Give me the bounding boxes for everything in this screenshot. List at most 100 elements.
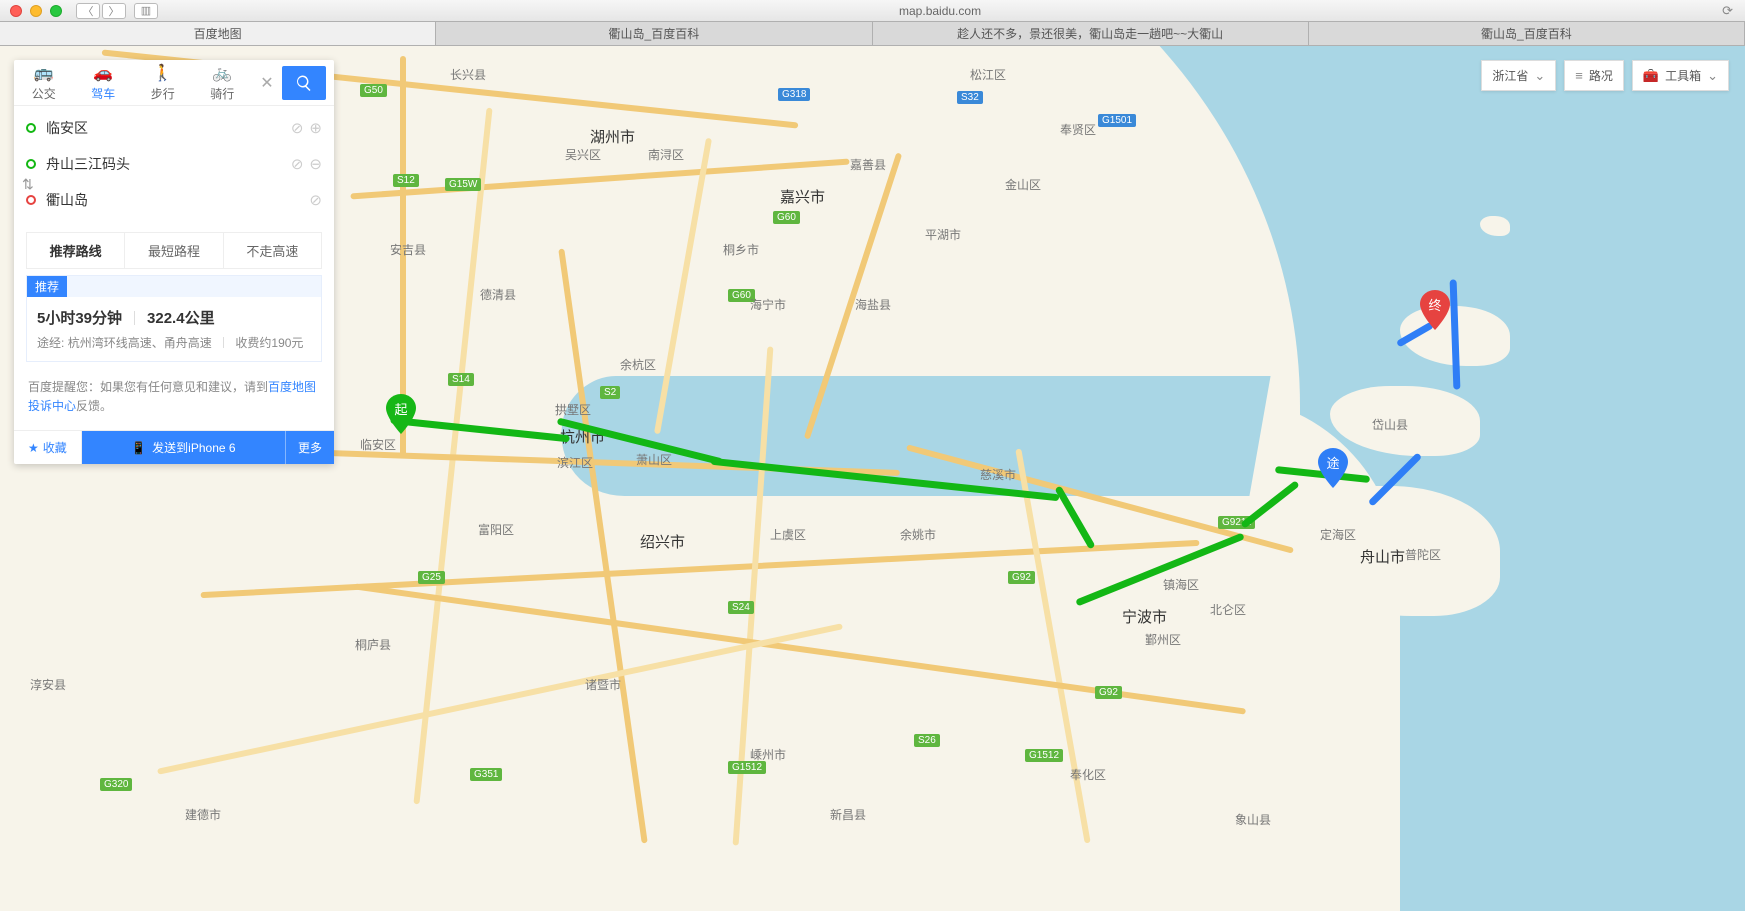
district-label: 德清县 [480,286,516,303]
district-label: 象山县 [1235,811,1271,828]
waypoint-marker[interactable]: 途 [1318,448,1348,488]
highway-shield: G1512 [1025,749,1063,762]
district-label: 桐庐县 [355,636,391,653]
district-label: 拱墅区 [555,401,591,418]
more-button[interactable]: 更多 [285,431,334,464]
browser-tab[interactable]: 衢山岛_百度百科 [436,22,872,45]
route-via-label: 途经: [37,336,64,350]
back-button[interactable]: 〈 [76,3,100,19]
city-label: 舟山市 [1360,546,1405,567]
highway-shield: S12 [393,174,419,187]
star-icon: ★ [28,441,39,455]
route-via: 杭州湾环线高速、甬舟高速 [68,336,212,350]
district-label: 嵊州市 [750,746,786,763]
district-label: 平湖市 [925,226,961,243]
district-label: 吴兴区 [565,146,601,163]
traffic-icon: ≡ [1575,68,1583,83]
district-label: 长兴县 [450,66,486,83]
send-to-phone-button[interactable]: 📱发送到iPhone 6 [82,431,285,464]
district-label: 诸暨市 [585,676,621,693]
district-label: 岱山县 [1372,416,1408,433]
tab-no-highway[interactable]: 不走高速 [223,233,321,268]
mode-transit[interactable]: 🚌公交 [14,63,74,102]
waypoint-pin-icon [26,159,36,169]
district-label: 嘉善县 [850,156,886,173]
forward-button[interactable]: 〉 [102,3,126,19]
route-card[interactable]: 推荐 5小时39分钟 322.4公里 途经: 杭州湾环线高速、甬舟高速 收费约1… [26,275,322,362]
mode-car[interactable]: 🚗驾车 [74,63,134,102]
highway-shield: S26 [914,734,940,747]
browser-tab[interactable]: 百度地图 [0,22,436,45]
maximize-window-button[interactable] [50,5,62,17]
district-label: 定海区 [1320,526,1356,543]
bike-icon: 🚲 [212,63,232,83]
browser-titlebar: 〈 〉 ▥ map.baidu.com ⟳ [0,0,1745,22]
highway-shield: G92 [1095,686,1122,699]
city-label: 湖州市 [590,126,635,147]
car-icon: 🚗 [93,63,113,83]
add-stop-icon[interactable]: ⊕ [309,119,322,137]
mode-walk[interactable]: 🚶步行 [133,63,193,102]
district-label: 北仑区 [1210,601,1246,618]
favorite-button[interactable]: ★收藏 [14,431,82,464]
browser-tab[interactable]: 衢山岛_百度百科 [1309,22,1745,45]
browser-tabbar: 百度地图 衢山岛_百度百科 趁人还不多，景还很美，衢山岛走一趟吧~~大衢山 衢山… [0,22,1745,46]
search-button[interactable] [282,66,326,100]
district-label: 建德市 [185,806,221,823]
clear-icon[interactable]: ⊘ [309,191,322,209]
highway-shield: G50 [360,84,387,97]
close-window-button[interactable] [10,5,22,17]
district-label: 滨江区 [557,454,593,471]
traffic-toggle[interactable]: ≡路况 [1564,60,1624,91]
district-label: 镇海区 [1163,576,1199,593]
highway-shield: S24 [728,601,754,614]
highway-shield: G320 [100,778,132,791]
browser-tab[interactable]: 趁人还不多，景还很美，衢山岛走一趟吧~~大衢山 [873,22,1309,45]
highway-shield: G60 [773,211,800,224]
city-label: 嘉兴市 [780,186,825,207]
district-label: 余姚市 [900,526,936,543]
walk-icon: 🚶 [153,63,173,83]
destination-pin-icon [26,195,36,205]
sidebar-button[interactable]: ▥ [134,3,158,19]
minimize-window-button[interactable] [30,5,42,17]
highway-shield: G351 [470,768,502,781]
district-label: 普陀区 [1405,546,1441,563]
city-label: 绍兴市 [640,531,685,552]
waypoint-input[interactable] [46,156,285,172]
origin-input[interactable] [46,120,285,136]
highway-shield: G318 [778,88,810,101]
reload-button[interactable]: ⟳ [1722,3,1733,19]
highway-shield: S14 [448,373,474,386]
tab-shortest[interactable]: 最短路程 [124,233,222,268]
clear-icon[interactable]: ⊘ [291,155,304,173]
highway-shield: G92 [1008,571,1035,584]
district-label: 奉化区 [1070,766,1106,783]
destination-input[interactable] [46,192,303,208]
region-selector[interactable]: 浙江省⌄ [1481,60,1556,91]
bus-icon: 🚌 [34,63,54,83]
district-label: 桐乡市 [723,241,759,258]
start-marker[interactable]: 起 [386,394,416,434]
mode-bike[interactable]: 🚲骑行 [193,63,253,102]
remove-stop-icon[interactable]: ⊖ [309,155,322,173]
highway-shield: G15W [445,178,481,191]
route-toll: 收费约190元 [235,336,303,350]
map-controls: 浙江省⌄ ≡路况 🧰工具箱⌄ [1481,60,1729,91]
toolbox-icon: 🧰 [1643,68,1659,84]
district-label: 慈溪市 [980,466,1016,483]
district-label: 奉贤区 [1060,121,1096,138]
highway-shield: S32 [957,91,983,104]
recommended-tag: 推荐 [27,276,67,297]
origin-pin-icon [26,123,36,133]
tools-menu[interactable]: 🧰工具箱⌄ [1632,60,1729,91]
end-marker[interactable]: 终 [1420,290,1450,330]
highway-shield: G25 [418,571,445,584]
url-field[interactable]: map.baidu.com [158,4,1722,18]
district-label: 鄞州区 [1145,631,1181,648]
district-label: 新昌县 [830,806,866,823]
clear-icon[interactable]: ⊘ [291,119,304,137]
tab-recommended[interactable]: 推荐路线 [27,233,124,268]
district-label: 淳安县 [30,676,66,693]
close-panel-button[interactable]: ✕ [252,73,282,93]
